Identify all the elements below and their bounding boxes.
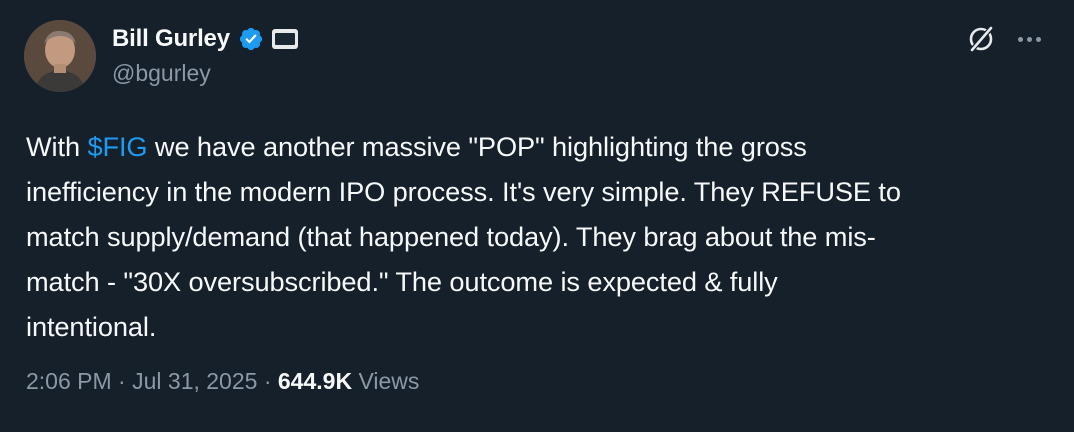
more-options-icon[interactable] (1012, 22, 1046, 56)
tweet-card: Bill Gurley @bgurley With $FIG we have a… (0, 0, 1074, 432)
meta-separator: · (111, 368, 133, 394)
display-name[interactable]: Bill Gurley (112, 25, 230, 53)
views-label: Views (352, 368, 420, 394)
author-handle[interactable]: @bgurley (112, 60, 211, 87)
tweet-text-segment: we have another massive "POP" highlighti… (147, 131, 807, 162)
verified-checkmark-icon[interactable] (238, 26, 264, 52)
avatar-image (24, 20, 96, 92)
tweet-text: With $FIG we have another massive "POP" … (26, 124, 1056, 349)
tweet-line: match supply/demand (that happened today… (26, 221, 876, 252)
tweet-time[interactable]: 2:06 PM (26, 368, 112, 394)
tweet-date[interactable]: Jul 31, 2025 (132, 368, 257, 394)
grok-icon[interactable] (964, 22, 998, 56)
meta-separator: · (257, 368, 278, 394)
tweet-meta: 2:06 PM · Jul 31, 2025 · 644.9K Views (26, 368, 419, 395)
affiliate-badge-icon[interactable] (271, 29, 298, 49)
cashtag-link[interactable]: $FIG (87, 131, 147, 162)
tweet-line: intentional. (26, 311, 157, 342)
avatar[interactable] (24, 20, 96, 92)
tweet-line: With $FIG we have another massive "POP" … (26, 124, 1056, 169)
views-count[interactable]: 644.9K (278, 368, 352, 394)
dot-icon (1017, 36, 1023, 42)
dot-icon (1026, 36, 1032, 42)
dot-icon (1035, 36, 1041, 42)
author-name-row: Bill Gurley (112, 22, 298, 56)
tweet-text-segment: With (26, 131, 88, 162)
tweet-line: match - "30X oversubscribed." The outcom… (26, 266, 778, 297)
tweet-line: inefficiency in the modern IPO process. … (26, 176, 901, 207)
